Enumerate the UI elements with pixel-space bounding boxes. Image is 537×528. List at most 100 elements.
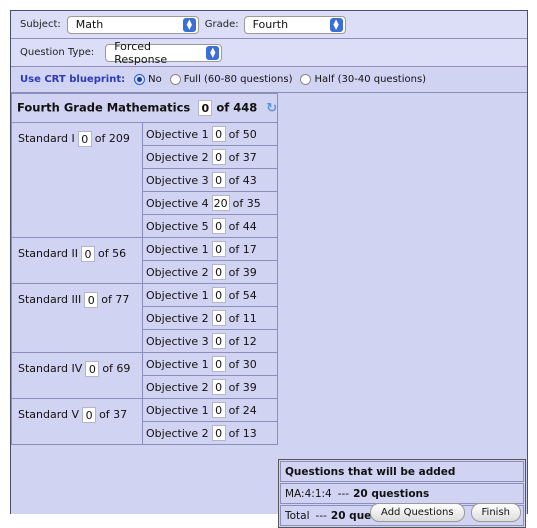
question-type-label: Question Type:: [20, 47, 95, 58]
objective-line: Objective 4 20 of 35: [143, 191, 278, 214]
updown-arrows-icon: ▲ ▼: [329, 17, 343, 32]
standard-count-input[interactable]: 0: [77, 131, 92, 147]
question-type-row: Question Type: Forced Response ▲ ▼: [11, 39, 527, 67]
action-buttons: Add Questions Finish: [370, 503, 521, 522]
table-title-cell: Fourth Grade Mathematics 0 of 448 ↻: [10, 93, 279, 123]
objective-count-input[interactable]: 20: [211, 195, 230, 211]
standard-count-input[interactable]: 0: [82, 407, 97, 423]
objective-line: Objective 1 0 of 24: [143, 399, 277, 421]
standards-table: Fourth Grade Mathematics 0 of 448 ↻ Stan…: [10, 93, 279, 445]
crt-radio-half[interactable]: [300, 74, 312, 85]
standard-cell: Standard I 0 of 209: [11, 122, 143, 238]
objective-total: of 39: [228, 265, 257, 279]
subject-grade-row: Subject: Math ▲ ▼ Grade: Fourth ▲ ▼: [11, 11, 527, 39]
standard-count-input[interactable]: 0: [85, 361, 100, 377]
objective-total: of 44: [228, 219, 257, 233]
objective-count-input[interactable]: 0: [211, 241, 226, 257]
standard-cell: Standard II 0 of 56: [11, 237, 143, 284]
objective-total: of 11: [228, 311, 257, 325]
objective-line: Objective 1 0 of 17: [143, 238, 277, 260]
objective-count-input[interactable]: 0: [211, 172, 226, 188]
objective-total: of 43: [228, 173, 257, 187]
crt-radio-no[interactable]: [134, 74, 146, 85]
updown-arrows-icon: ▲ ▼: [182, 17, 196, 32]
objective-line: Objective 3 0 of 12: [143, 329, 278, 352]
updown-arrows-icon: ▲ ▼: [206, 45, 220, 60]
question-type-select[interactable]: Forced Response ▲ ▼: [105, 40, 223, 66]
objective-line: Objective 1 0 of 54: [143, 284, 277, 306]
objective-count-input[interactable]: 0: [211, 149, 226, 165]
objective-line: Objective 1 0 of 30: [143, 353, 277, 375]
standard-count-input[interactable]: 0: [84, 292, 99, 308]
standard-total: of 209: [94, 132, 130, 145]
objective-label: Objective 2: [146, 380, 209, 394]
grade-select[interactable]: Fourth ▲ ▼: [243, 15, 346, 34]
summary-item: MA:4:1:4 --- 20 questions: [280, 483, 524, 504]
objective-line: Objective 5 0 of 44: [143, 214, 278, 237]
objective-total: of 39: [228, 380, 257, 394]
standard-total: of 37: [99, 408, 128, 421]
summary-item-sep: ---: [337, 487, 350, 500]
objective-total: of 54: [228, 288, 257, 302]
subject-select[interactable]: Math ▲ ▼: [66, 15, 199, 34]
standard-row: Standard II 0 of 56 Objective 1 0 of 17 Object…: [11, 237, 279, 284]
standard-label: Standard V: [18, 408, 80, 421]
subject-label: Subject:: [20, 19, 61, 30]
objective-count-input[interactable]: 0: [211, 379, 226, 395]
summary-item-count: 20 questions: [353, 487, 430, 500]
objective-count-input[interactable]: 0: [211, 264, 226, 280]
objectives-cell: Objective 1 0 of 24 Objective 2 0 of 13: [141, 398, 279, 445]
standard-row: Standard V 0 of 37 Objective 1 0 of 24 Objecti…: [11, 398, 279, 445]
objective-total: of 37: [228, 150, 257, 164]
objective-label: Objective 2: [146, 150, 209, 164]
objective-label: Objective 1: [146, 127, 209, 141]
standard-total: of 69: [102, 362, 131, 375]
objective-total: of 30: [228, 357, 257, 371]
grade-select-value: Fourth: [252, 18, 289, 31]
standard-total: of 56: [98, 247, 127, 260]
objective-count-input[interactable]: 0: [211, 126, 226, 142]
objective-line: Objective 2 0 of 11: [143, 306, 278, 329]
objective-count-input[interactable]: 0: [211, 356, 226, 372]
objectives-cell: Objective 1 0 of 54 Objective 2 0 of 11 Object…: [141, 283, 279, 353]
objective-count-input[interactable]: 0: [211, 402, 226, 418]
question-type-value: Forced Response: [114, 39, 168, 66]
standard-label: Standard II: [18, 247, 79, 260]
objective-line: Objective 1 0 of 50: [143, 123, 277, 145]
crt-option-full-label: Full (60-80 questions): [183, 74, 293, 85]
standard-cell: Standard V 0 of 37: [11, 398, 143, 445]
table-title: Fourth Grade Mathematics: [17, 100, 191, 115]
objective-count-input[interactable]: 0: [211, 333, 226, 349]
objective-total: of 24: [228, 403, 257, 417]
objective-label: Objective 3: [146, 173, 209, 187]
objective-label: Objective 1: [146, 403, 209, 417]
standard-row: Standard IV 0 of 69 Objective 1 0 of 30 Object…: [11, 352, 279, 399]
objective-line: Objective 3 0 of 43: [143, 168, 278, 191]
standard-row: Standard III 0 of 77 Objective 1 0 of 54 Objec…: [11, 283, 279, 353]
objective-total: of 50: [228, 127, 257, 141]
objectives-cell: Objective 1 0 of 17 Objective 2 0 of 39: [141, 237, 279, 284]
standard-cell: Standard III 0 of 77: [11, 283, 143, 353]
summary-item-code: MA:4:1:4: [285, 487, 332, 500]
objective-count-input[interactable]: 0: [211, 287, 226, 303]
objective-count-input[interactable]: 0: [211, 310, 226, 326]
objective-label: Objective 3: [146, 334, 209, 348]
grade-total-input[interactable]: 0: [198, 100, 213, 116]
summary-total-label: Total: [285, 509, 310, 522]
grade-total-count: of 448: [216, 100, 258, 115]
crt-radio-full[interactable]: [169, 74, 181, 85]
objectives-cell: Objective 1 0 of 50 Objective 2 0 of 37 Object…: [141, 122, 279, 238]
refresh-icon[interactable]: ↻: [266, 101, 277, 116]
standard-count-input[interactable]: 0: [81, 246, 96, 262]
objective-label: Objective 2: [146, 265, 209, 279]
objective-count-input[interactable]: 0: [211, 425, 226, 441]
objective-total: of 13: [228, 426, 257, 440]
crt-option-no-label: No: [148, 74, 162, 85]
objective-total: of 17: [228, 242, 257, 256]
finish-button[interactable]: Finish: [470, 503, 521, 522]
content-area: Fourth Grade Mathematics 0 of 448 ↻ Stan…: [10, 93, 527, 528]
objective-line: Objective 2 0 of 37: [143, 145, 278, 168]
add-questions-button[interactable]: Add Questions: [370, 503, 465, 522]
crt-blueprint-row: Use CRT blueprint: No Full (60-80 questi…: [11, 67, 527, 93]
objective-count-input[interactable]: 0: [211, 218, 226, 234]
